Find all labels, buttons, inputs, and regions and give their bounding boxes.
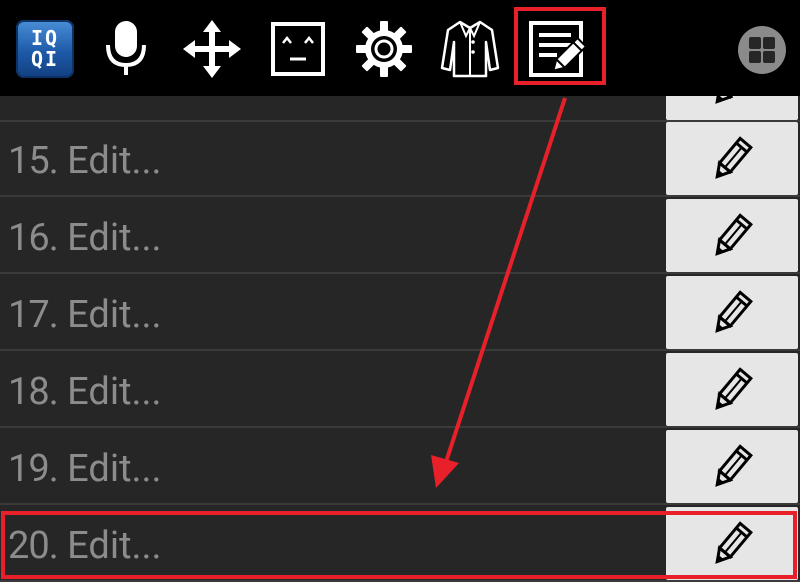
pencil-icon xyxy=(715,520,753,564)
list-item-number: 19. xyxy=(8,447,59,491)
list-item-number: 20. xyxy=(8,524,59,568)
list-item-text: Edit... xyxy=(67,447,162,491)
pencil-icon xyxy=(715,96,753,104)
list-item-text: Edit... xyxy=(67,216,162,260)
list-item-label: 20. Edit... xyxy=(8,524,162,568)
list-item-number: 16. xyxy=(8,216,59,260)
list-item-label: 16. Edit... xyxy=(8,216,162,260)
list-item-number: 17. xyxy=(8,293,59,337)
edit-button[interactable] xyxy=(666,122,798,195)
phrase-list: 15. Edit... 16. Edit... 17. Edit... 18. … xyxy=(0,96,800,582)
list-item[interactable]: 17. Edit... xyxy=(0,275,800,351)
edit-button[interactable] xyxy=(666,199,798,272)
edit-button[interactable] xyxy=(666,430,798,503)
list-item-text: Edit... xyxy=(67,524,162,568)
list-item[interactable]: 15. Edit... xyxy=(0,121,800,197)
microphone-icon[interactable] xyxy=(91,14,161,84)
notepad-edit-icon[interactable] xyxy=(522,14,592,84)
edit-button[interactable] xyxy=(666,96,798,120)
list-item-number: 18. xyxy=(8,370,59,414)
logo-text-bottom: QI xyxy=(30,47,60,71)
list-item-label: 15. Edit... xyxy=(8,139,162,183)
list-item-label: 19. Edit... xyxy=(8,447,162,491)
edit-button[interactable] xyxy=(666,507,798,580)
pencil-icon xyxy=(715,135,753,179)
logo-text-top: IQ xyxy=(30,26,60,50)
list-item[interactable]: 16. Edit... xyxy=(0,198,800,274)
edit-button[interactable] xyxy=(666,353,798,426)
pencil-icon xyxy=(715,443,753,487)
list-item-number: 15. xyxy=(8,139,59,183)
list-item[interactable]: 18. Edit... xyxy=(0,352,800,428)
list-item-label: 17. Edit... xyxy=(8,293,162,337)
pencil-icon xyxy=(715,212,753,256)
app-logo-icon[interactable]: IQ QI xyxy=(16,20,74,78)
list-item-text: Edit... xyxy=(67,293,162,337)
list-item-label: 18. Edit... xyxy=(8,370,162,414)
list-item-partial xyxy=(0,96,800,122)
pencil-icon xyxy=(715,366,753,410)
list-item[interactable]: 20. Edit... xyxy=(0,506,800,582)
pencil-icon xyxy=(715,289,753,333)
move-arrows-icon[interactable] xyxy=(177,14,247,84)
shirt-icon[interactable] xyxy=(435,14,505,84)
list-item-text: Edit... xyxy=(67,370,162,414)
toolbar: IQ QI xyxy=(0,0,800,96)
gear-icon[interactable] xyxy=(349,14,419,84)
grid-layout-icon[interactable] xyxy=(738,26,786,74)
list-item-text: Edit... xyxy=(67,139,162,183)
list-item[interactable]: 19. Edit... xyxy=(0,429,800,505)
emoji-face-icon[interactable] xyxy=(263,14,333,84)
edit-button[interactable] xyxy=(666,276,798,349)
